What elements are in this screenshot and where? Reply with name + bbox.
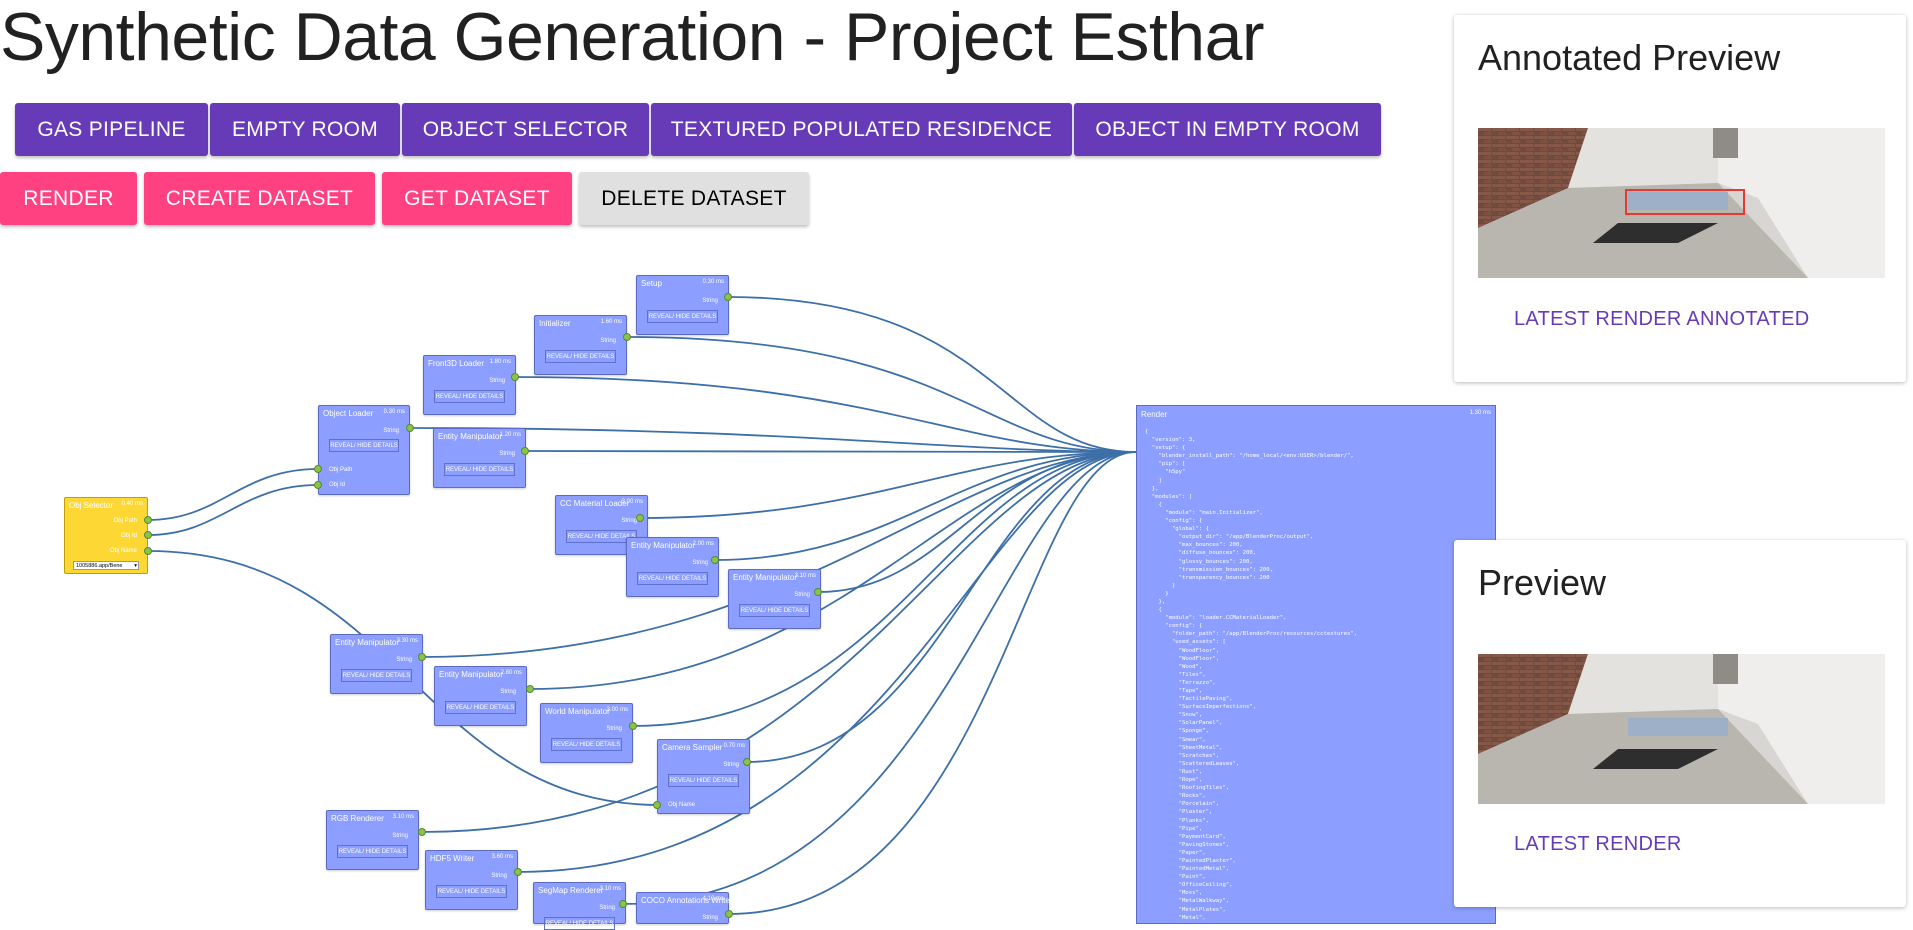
port-dot[interactable] <box>725 910 733 918</box>
node-entity-manipulator-5[interactable]: Entity Manipulator 2.80 ms String REVEAL/… <box>434 666 527 726</box>
connection-rgb <box>421 451 1137 833</box>
node-details-button[interactable]: REVEAL/ HIDE DETAILS <box>551 738 622 751</box>
port-dot[interactable] <box>711 556 719 564</box>
render-config-json: { "version": 3, "setup": { "blender_inst… <box>1145 429 1358 923</box>
port-dot[interactable] <box>314 481 322 489</box>
latest-render-link[interactable]: LATEST RENDER <box>1514 833 1682 856</box>
node-world-manipulator[interactable]: World Manipulator 3.00 ms String REVEAL/ … <box>540 703 633 763</box>
port-dot[interactable] <box>653 801 661 809</box>
gas-pipeline-button[interactable]: GAS PIPELINE <box>15 103 208 156</box>
obj-selector-select[interactable]: 1005886.app/Bene ▾ <box>73 561 139 570</box>
annotated-preview-title: Annotated Preview <box>1478 37 1781 78</box>
node-details-button[interactable]: REVEAL/ HIDE DETAILS <box>436 885 507 898</box>
node-entity-manipulator-4[interactable]: Entity Manipulator 3.30 ms String REVEAL/… <box>330 634 423 694</box>
node-details-button[interactable]: REVEAL/ HIDE DETAILS <box>647 310 718 323</box>
port-dot[interactable] <box>521 447 529 455</box>
render-button[interactable]: RENDER <box>0 172 137 225</box>
connection-entity-3 <box>817 451 1137 593</box>
port-dot[interactable] <box>144 547 152 555</box>
port-dot[interactable] <box>636 514 644 522</box>
connection-front3d <box>514 376 1137 453</box>
node-details-button[interactable]: REVEAL/ HIDE DETAILS <box>329 439 399 452</box>
port-dot[interactable] <box>418 653 426 661</box>
preview-card: Preview LATEST RENDER <box>1454 540 1906 907</box>
connection-setup <box>727 296 1137 453</box>
port-dot[interactable] <box>314 465 322 473</box>
connection-cc-material <box>639 451 1137 519</box>
port-dot[interactable] <box>144 531 152 539</box>
node-entity-manipulator-2[interactable]: Entity Manipulator 2.00 ms String REVEAL/… <box>626 537 719 597</box>
get-dataset-button[interactable]: GET DATASET <box>382 172 572 225</box>
preview-image <box>1478 654 1885 804</box>
empty-room-button[interactable]: EMPTY ROOM <box>210 103 400 156</box>
node-segmap-renderer[interactable]: SegMap Renderer 3.10 ms String REVEAL/ HI… <box>533 882 626 930</box>
node-rgb-renderer[interactable]: RGB Renderer 3.10 ms String REVEAL/ HIDE … <box>326 810 419 870</box>
node-object-loader[interactable]: Object Loader 0.30 ms String REVEAL/ HIDE… <box>318 405 410 495</box>
node-details-button[interactable]: REVEAL/ HIDE DETAILS <box>445 701 516 714</box>
node-coco-annotations-writer[interactable]: COCO Annotations Writer 4.10 ms String <box>636 892 732 924</box>
node-details-button[interactable]: REVEAL/ HIDE DETAILS <box>434 390 505 403</box>
node-front3d-loader[interactable]: Front3D Loader 1.80 ms String REVEAL/ HID… <box>423 355 516 415</box>
node-hdf5-writer[interactable]: HDF5 Writer 3.60 ms String REVEAL/ HIDE D… <box>425 850 518 910</box>
node-details-button[interactable]: REVEAL/ HIDE DETAILS <box>739 604 810 617</box>
connection-initializer <box>626 336 1137 453</box>
node-entity-manipulator-1[interactable]: Entity Manipulator 1.20 ms String REVEAL/… <box>433 428 526 488</box>
connection-entity-1 <box>524 450 1137 453</box>
port-dot[interactable] <box>511 373 519 381</box>
node-details-button[interactable]: REVEAL/ HIDE DETAILS <box>444 463 515 476</box>
node-details-button[interactable]: REVEAL/ HIDE DETAILS <box>637 572 708 585</box>
node-entity-manipulator-3[interactable]: Entity Manipulator 3.10 ms String REVEAL/… <box>728 569 821 629</box>
node-setup[interactable]: Setup 0.30 ms String REVEAL/ HIDE DETAILS <box>636 275 729 335</box>
port-dot[interactable] <box>619 900 627 908</box>
node-details-button[interactable]: REVEAL/ HIDE DETAILS <box>668 774 739 787</box>
connection-entity-5 <box>529 451 1137 690</box>
node-camera-sampler[interactable]: Camera Sampler 0.70 ms String REVEAL/ HID… <box>657 739 750 814</box>
port-dot[interactable] <box>743 758 751 766</box>
node-details-button[interactable]: REVEAL/ HIDE DETAILS <box>545 350 616 363</box>
page-title: Synthetic Data Generation - Project Esth… <box>0 0 1265 75</box>
latest-render-annotated-link[interactable]: LATEST RENDER ANNOTATED <box>1514 308 1809 331</box>
node-obj-selector[interactable]: Obj Selector 0.40 ms Obj Path Obj Id Obj… <box>64 497 148 574</box>
port-dot[interactable] <box>724 293 732 301</box>
object-in-empty-room-button[interactable]: OBJECT IN EMPTY ROOM <box>1074 103 1381 156</box>
preview-title: Preview <box>1478 562 1607 603</box>
object-selector-button[interactable]: OBJECT SELECTOR <box>402 103 649 156</box>
port-dot[interactable] <box>144 516 152 524</box>
connection-entity-2 <box>714 451 1137 561</box>
port-dot[interactable] <box>514 868 522 876</box>
port-dot[interactable] <box>418 828 426 836</box>
connection-segmap <box>622 451 1137 905</box>
node-details-button[interactable]: REVEAL/ HIDE DETAILS <box>341 669 412 682</box>
port-dot[interactable] <box>814 588 822 596</box>
delete-dataset-button[interactable]: DELETE DATASET <box>579 172 809 225</box>
node-render[interactable]: Render 1.30 ms { "version": 3, "setup": … <box>1136 405 1496 924</box>
annotated-preview-card: Annotated Preview LATEST RENDER ANNOTATE… <box>1454 15 1906 382</box>
port-dot[interactable] <box>623 333 631 341</box>
port-dot[interactable] <box>526 685 534 693</box>
connection-obj-path <box>147 468 319 521</box>
port-dot[interactable] <box>406 424 414 432</box>
chevron-down-icon: ▾ <box>134 563 137 569</box>
annotated-preview-image <box>1478 128 1885 278</box>
node-details-button[interactable]: REVEAL/ HIDE DETAILS <box>337 845 408 858</box>
connection-coco <box>728 451 1137 915</box>
create-dataset-button[interactable]: CREATE DATASET <box>144 172 375 225</box>
node-initializer[interactable]: Initializer 1.60 ms String REVEAL/ HIDE D… <box>534 315 627 375</box>
textured-populated-residence-button[interactable]: TEXTURED POPULATED RESIDENCE <box>651 103 1072 156</box>
port-dot[interactable] <box>629 722 637 730</box>
connection-obj-id <box>147 484 319 536</box>
